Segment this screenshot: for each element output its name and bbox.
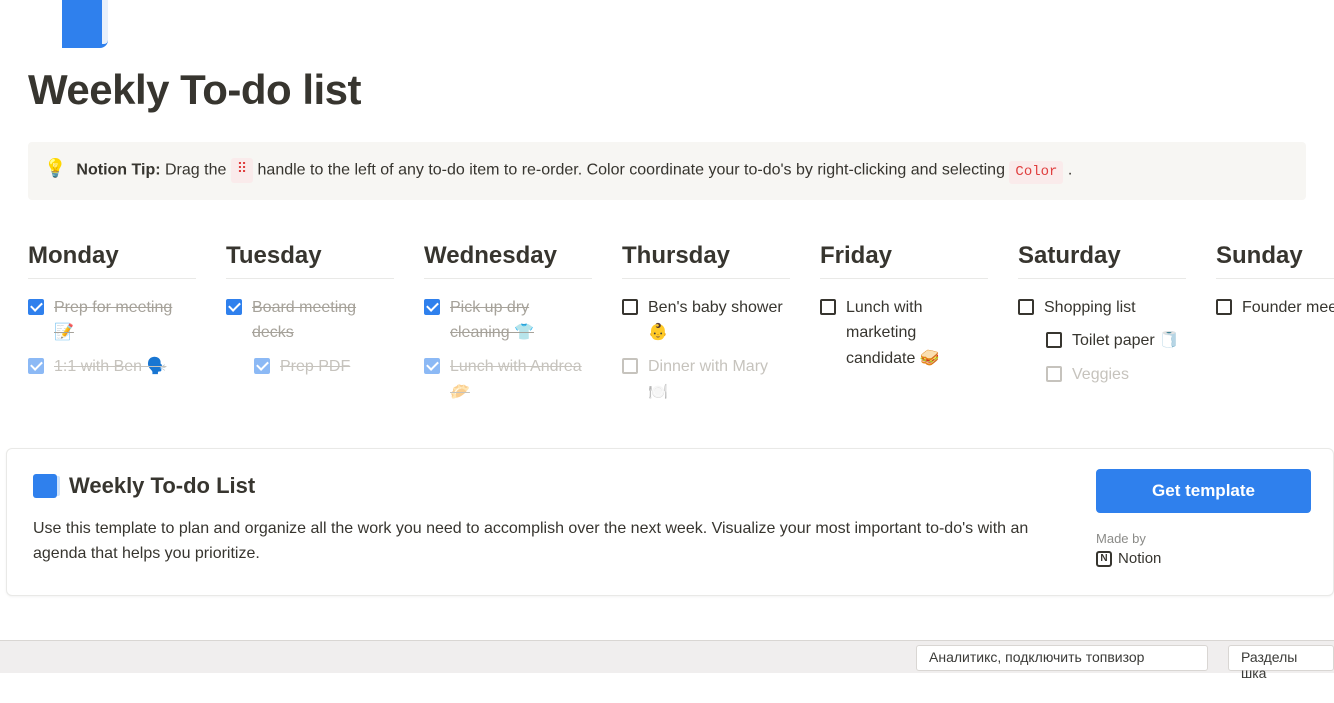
- todo-label: Toilet paper 🧻: [1072, 328, 1179, 354]
- day-column: Saturday Shopping list Toilet paper 🧻 Veggi…: [1018, 242, 1186, 413]
- todo-item[interactable]: Shopping list: [1018, 295, 1186, 321]
- made-by-label: Made by: [1096, 531, 1311, 546]
- todo-item[interactable]: Dinner with Mary 🍽️: [622, 354, 790, 405]
- todo-item[interactable]: Lunch with marketing candidate 🥪: [820, 295, 988, 372]
- page-title: Weekly To-do list: [28, 66, 1306, 114]
- day-heading: Saturday: [1018, 242, 1186, 279]
- day-heading: Thursday: [622, 242, 790, 279]
- day-heading: Monday: [28, 242, 196, 279]
- todo-label: Ben's baby shower 👶: [648, 295, 790, 346]
- day-heading: Sunday: [1216, 242, 1334, 279]
- checkbox[interactable]: [254, 358, 270, 374]
- checkbox[interactable]: [424, 299, 440, 315]
- tip-text-c: .: [1063, 162, 1072, 179]
- checkbox[interactable]: [28, 299, 44, 315]
- get-template-button[interactable]: Get template: [1096, 469, 1311, 513]
- day-column: Wednesday Pick up dry cleaning 👕 Lunch wit…: [424, 242, 592, 413]
- tip-text-a: Drag the: [161, 162, 231, 179]
- todo-label: Prep for meeting 📝: [54, 295, 196, 346]
- drag-handle-badge: ⠿: [231, 158, 253, 183]
- taskbar-item[interactable]: Разделы шка: [1228, 645, 1334, 671]
- todo-item[interactable]: Prep for meeting 📝: [28, 295, 196, 346]
- todo-item[interactable]: 1:1 with Ben 🗣️: [28, 354, 196, 380]
- bulb-icon: 💡: [44, 158, 66, 179]
- bottom-taskbar: Аналитикс, подключить топвизор Разделы ш…: [0, 640, 1334, 673]
- todo-item[interactable]: Veggies: [1046, 362, 1186, 388]
- checkbox[interactable]: [424, 358, 440, 374]
- brand-name: Notion: [1118, 550, 1161, 567]
- day-heading: Friday: [820, 242, 988, 279]
- notebook-icon: [33, 474, 57, 498]
- todo-label: Founder meetup: [1242, 295, 1334, 321]
- todo-label: Veggies: [1072, 362, 1129, 388]
- checkbox[interactable]: [226, 299, 242, 315]
- todo-item[interactable]: Prep PDF: [254, 354, 394, 380]
- day-column: Friday Lunch with marketing candidate 🥪: [820, 242, 988, 413]
- checkbox[interactable]: [1018, 299, 1034, 315]
- tip-text-b: handle to the left of any to-do item to …: [253, 162, 1009, 179]
- day-column: Thursday Ben's baby shower 👶 Dinner with M…: [622, 242, 790, 413]
- day-heading: Wednesday: [424, 242, 592, 279]
- day-column: Sunday Founder meetup: [1216, 242, 1334, 413]
- checkbox[interactable]: [1046, 332, 1062, 348]
- made-by-brand[interactable]: N Notion: [1096, 550, 1311, 567]
- todo-label: Shopping list: [1044, 295, 1136, 321]
- tip-callout: 💡 Notion Tip: Drag the ⠿ handle to the l…: [28, 142, 1306, 200]
- todo-label: Board meeting decks: [252, 295, 394, 346]
- todo-label: Pick up dry cleaning 👕: [450, 295, 592, 346]
- notion-logo-icon: N: [1096, 551, 1112, 567]
- day-column: Tuesday Board meeting decks Prep PDF: [226, 242, 394, 413]
- checkbox[interactable]: [622, 299, 638, 315]
- template-description: Use this template to plan and organize a…: [33, 517, 1033, 567]
- todo-label: Prep PDF: [280, 354, 350, 380]
- todo-item[interactable]: Founder meetup: [1216, 295, 1334, 321]
- checkbox[interactable]: [1216, 299, 1232, 315]
- color-code: Color: [1009, 161, 1063, 184]
- todo-label: Dinner with Mary 🍽️: [648, 354, 790, 405]
- todo-item[interactable]: Board meeting decks: [226, 295, 394, 346]
- tip-prefix: Notion Tip:: [76, 162, 160, 179]
- todo-label: Lunch with marketing candidate 🥪: [846, 295, 988, 372]
- todo-label: 1:1 with Ben 🗣️: [54, 354, 166, 380]
- taskbar-item[interactable]: Аналитикс, подключить топвизор: [916, 645, 1208, 671]
- todo-label: Lunch with Andrea 🥟: [450, 354, 592, 405]
- checkbox[interactable]: [1046, 366, 1062, 382]
- checkbox[interactable]: [820, 299, 836, 315]
- checkbox[interactable]: [622, 358, 638, 374]
- day-heading: Tuesday: [226, 242, 394, 279]
- template-footer: Weekly To-do List Use this template to p…: [6, 448, 1334, 596]
- todo-item[interactable]: Lunch with Andrea 🥟: [424, 354, 592, 405]
- template-title: Weekly To-do List: [69, 473, 255, 499]
- day-column: Monday Prep for meeting 📝 1:1 with Ben 🗣️: [28, 242, 196, 413]
- notebook-icon: [28, 0, 106, 48]
- week-columns: Monday Prep for meeting 📝 1:1 with Ben 🗣️ T…: [28, 242, 1306, 413]
- todo-item[interactable]: Ben's baby shower 👶: [622, 295, 790, 346]
- todo-item[interactable]: Pick up dry cleaning 👕: [424, 295, 592, 346]
- todo-item[interactable]: Toilet paper 🧻: [1046, 328, 1186, 354]
- checkbox[interactable]: [28, 358, 44, 374]
